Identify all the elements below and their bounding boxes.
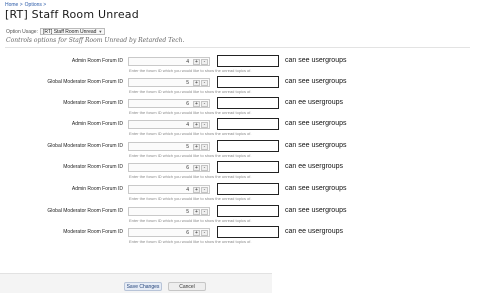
stepper-value: 6: [186, 229, 189, 236]
option-help-text: Enter the forum ID which you would like …: [129, 89, 252, 94]
forum-id-stepper[interactable]: 6 + -: [128, 228, 210, 237]
option-label: Admin Room Forum ID: [71, 121, 123, 127]
option-label: Global Moderator Room Forum ID: [47, 79, 123, 85]
options-usage-select[interactable]: [RT] Staff Room Unread ▼: [39, 28, 106, 35]
annotation-note: can see usergroups: [285, 78, 347, 85]
annotation-note: can see usergroups: [285, 57, 347, 64]
option-row: Global Moderator Room Forum ID 5 + - Ent…: [0, 140, 480, 162]
option-label: Global Moderator Room Forum ID: [47, 208, 123, 214]
increment-button[interactable]: +: [193, 58, 200, 65]
chevron-down-icon: ▼: [98, 28, 103, 34]
option-label: Moderator Room Forum ID: [63, 229, 123, 235]
stepper-value: 5: [186, 208, 189, 215]
decrement-button[interactable]: -: [201, 164, 208, 171]
decrement-button[interactable]: -: [201, 186, 208, 193]
forum-id-stepper[interactable]: 6 + -: [128, 99, 210, 108]
decrement-button[interactable]: -: [201, 208, 208, 215]
increment-button[interactable]: +: [193, 208, 200, 215]
option-help-text: Enter the forum ID which you would like …: [129, 174, 252, 179]
increment-button[interactable]: +: [193, 121, 200, 128]
forum-id-stepper[interactable]: 5 + -: [128, 142, 210, 151]
stepper-value: 4: [186, 58, 189, 65]
annotation-note: can ee usergroups: [285, 228, 343, 235]
annotation-box: [217, 183, 279, 195]
stepper-value: 5: [186, 143, 189, 150]
option-help-text: Enter the forum ID which you would like …: [129, 68, 252, 73]
forum-id-stepper[interactable]: 6 + -: [128, 163, 210, 172]
increment-button[interactable]: +: [193, 79, 200, 86]
option-label: Admin Room Forum ID: [71, 186, 123, 192]
annotation-box: [217, 205, 279, 217]
increment-button[interactable]: +: [193, 229, 200, 236]
options-usage: Option Usage: [RT] Staff Room Unread ▼: [6, 28, 106, 35]
option-row: Global Moderator Room Forum ID 5 + - Ent…: [0, 205, 480, 227]
forum-id-stepper[interactable]: 4 + -: [128, 57, 210, 66]
option-row: Global Moderator Room Forum ID 5 + - Ent…: [0, 76, 480, 98]
increment-button[interactable]: +: [193, 186, 200, 193]
annotation-box: [217, 140, 279, 152]
option-row: Admin Room Forum ID 4 + - Enter the foru…: [0, 118, 480, 140]
option-row: Admin Room Forum ID 4 + - Enter the foru…: [0, 183, 480, 205]
stepper-value: 4: [186, 121, 189, 128]
annotation-box: [217, 118, 279, 130]
option-label: Moderator Room Forum ID: [63, 164, 123, 170]
option-row: Moderator Room Forum ID 6 + - Enter the …: [0, 97, 480, 119]
option-help-text: Enter the forum ID which you would like …: [129, 131, 252, 136]
increment-button[interactable]: +: [193, 164, 200, 171]
option-row: Moderator Room Forum ID 6 + - Enter the …: [0, 161, 480, 183]
option-label: Admin Room Forum ID: [71, 58, 123, 64]
decrement-button[interactable]: -: [201, 79, 208, 86]
option-help-text: Enter the forum ID which you would like …: [129, 239, 252, 244]
annotation-note: can ee usergroups: [285, 163, 343, 170]
divider: [5, 47, 470, 48]
option-help-text: Enter the forum ID which you would like …: [129, 218, 252, 223]
stepper-value: 6: [186, 164, 189, 171]
option-help-text: Enter the forum ID which you would like …: [129, 110, 252, 115]
decrement-button[interactable]: -: [201, 143, 208, 150]
annotation-box: [217, 76, 279, 88]
option-help-text: Enter the forum ID which you would like …: [129, 153, 252, 158]
options-usage-selected: [RT] Staff Room Unread: [42, 28, 97, 35]
stepper-value: 4: [186, 186, 189, 193]
increment-button[interactable]: +: [193, 143, 200, 150]
forum-id-stepper[interactable]: 4 + -: [128, 120, 210, 129]
save-changes-button[interactable]: Save Changes: [124, 282, 162, 291]
stepper-value: 6: [186, 100, 189, 107]
option-label: Global Moderator Room Forum ID: [47, 143, 123, 149]
annotation-box: [217, 226, 279, 238]
annotation-note: can see usergroups: [285, 185, 347, 192]
forum-id-stepper[interactable]: 5 + -: [128, 78, 210, 87]
increment-button[interactable]: +: [193, 100, 200, 107]
decrement-button[interactable]: -: [201, 121, 208, 128]
page-description: Controls options for Staff Room Unread b…: [6, 37, 185, 44]
cancel-button[interactable]: Cancel: [168, 282, 206, 291]
annotation-note: can ee usergroups: [285, 99, 343, 106]
stepper-value: 5: [186, 79, 189, 86]
option-row: Moderator Room Forum ID 6 + - Enter the …: [0, 226, 480, 248]
decrement-button[interactable]: -: [201, 229, 208, 236]
decrement-button[interactable]: -: [201, 58, 208, 65]
annotation-note: can see usergroups: [285, 207, 347, 214]
page-title: [RT] Staff Room Unread: [5, 8, 139, 21]
annotation-box: [217, 161, 279, 173]
forum-id-stepper[interactable]: 5 + -: [128, 207, 210, 216]
option-label: Moderator Room Forum ID: [63, 100, 123, 106]
annotation-note: can see usergroups: [285, 142, 347, 149]
decrement-button[interactable]: -: [201, 100, 208, 107]
annotation-note: can see usergroups: [285, 120, 347, 127]
forum-id-stepper[interactable]: 4 + -: [128, 185, 210, 194]
annotation-box: [217, 55, 279, 67]
option-help-text: Enter the forum ID which you would like …: [129, 196, 252, 201]
option-row: Admin Room Forum ID 4 + - Enter the foru…: [0, 55, 480, 77]
annotation-box: [217, 97, 279, 109]
options-usage-label: Option Usage:: [6, 28, 38, 35]
